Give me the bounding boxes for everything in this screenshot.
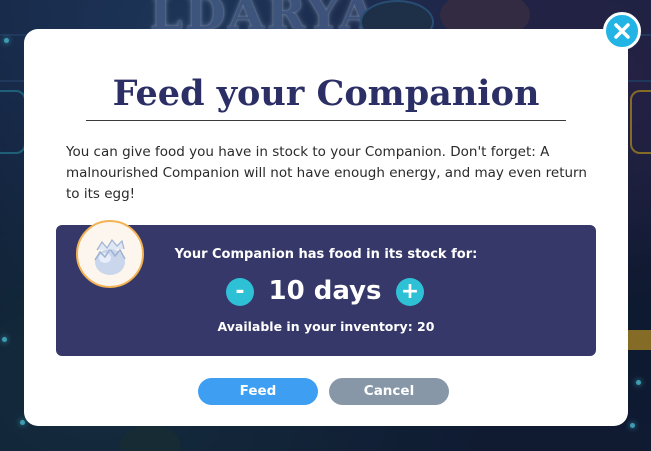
days-value: 10 days <box>268 276 382 306</box>
modal-title: Feed your Companion <box>112 73 540 114</box>
decrease-button[interactable]: - <box>226 278 254 306</box>
cancel-button[interactable]: Cancel <box>329 378 449 405</box>
feed-companion-modal: Feed your Companion You can give food yo… <box>24 29 628 426</box>
inventory-label: Available in your inventory: 20 <box>217 319 435 334</box>
food-stock-panel: Your Companion has food in its stock for… <box>56 220 596 356</box>
title-divider <box>86 120 566 121</box>
close-icon <box>614 23 630 39</box>
feed-button[interactable]: Feed <box>198 378 318 405</box>
stock-label: Your Companion has food in its stock for… <box>174 247 478 262</box>
days-stepper: - 10 days + <box>226 273 426 309</box>
close-button[interactable] <box>603 12 641 50</box>
modal-description: You can give food you have in stock to y… <box>66 144 587 202</box>
increase-button[interactable]: + <box>396 278 424 306</box>
